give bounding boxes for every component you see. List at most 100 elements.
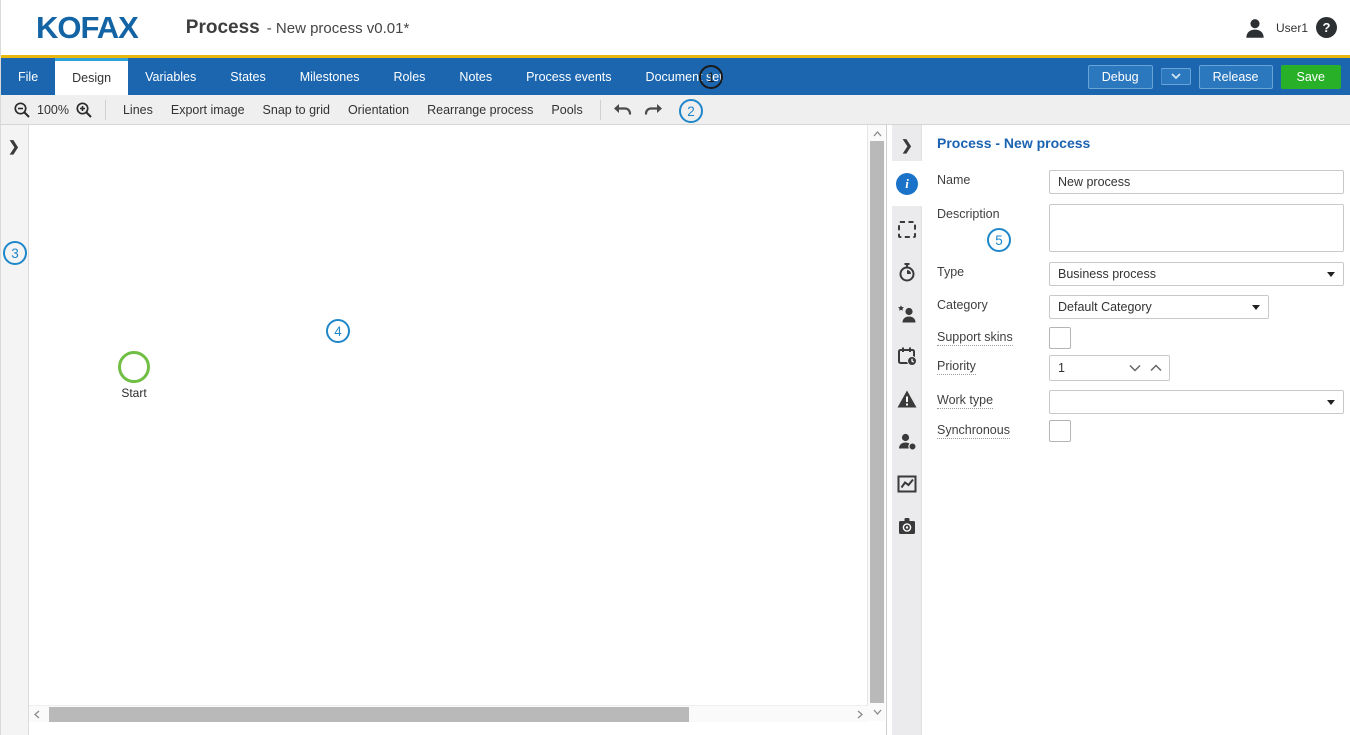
- close-and-unlock-dropdown-icon[interactable]: [1161, 68, 1191, 85]
- user-name[interactable]: User1: [1276, 21, 1308, 35]
- module-title: Process: [186, 17, 260, 39]
- type-select[interactable]: Business process: [1049, 262, 1344, 286]
- start-node-label: Start: [104, 386, 164, 400]
- export-image-menu-item[interactable]: Export image: [162, 103, 254, 117]
- tab-states[interactable]: States: [213, 58, 282, 95]
- save-button[interactable]: Save: [1281, 65, 1342, 89]
- annotation-4: 4: [326, 319, 350, 343]
- toolbar-separator: [105, 100, 106, 120]
- support-skins-label: Support skins: [937, 330, 1013, 344]
- user-avatar-icon[interactable]: [1242, 15, 1268, 41]
- snap-to-grid-menu-item[interactable]: Snap to grid: [254, 103, 339, 117]
- undo-icon[interactable]: [609, 97, 635, 123]
- scroll-left-icon[interactable]: [29, 706, 45, 723]
- process-properties-form: Process - New process Name Description T…: [923, 125, 1350, 735]
- annotation-2: 2: [679, 99, 703, 123]
- increment-icon[interactable]: [1150, 364, 1162, 372]
- timer-tab[interactable]: [892, 251, 922, 293]
- category-value: Default Category: [1058, 300, 1152, 314]
- annotation-1: 1: [699, 65, 723, 89]
- tab-roles[interactable]: Roles: [376, 58, 442, 95]
- design-toolbar: 100% Lines Export image Snap to grid Ori…: [1, 95, 1350, 125]
- user-status-icon: [896, 430, 918, 452]
- canvas-vertical-scrollbar[interactable]: [867, 125, 885, 721]
- vertical-scroll-thumb[interactable]: [870, 141, 884, 703]
- main-area: ❯ Start: [1, 125, 1350, 735]
- debug-button[interactable]: Debug: [1088, 65, 1153, 89]
- warning-tab[interactable]: [892, 378, 922, 420]
- support-skins-checkbox[interactable]: [1049, 327, 1071, 349]
- tab-file[interactable]: File: [1, 58, 55, 95]
- description-label: Description: [937, 207, 1000, 221]
- properties-panel: ❯ i: [888, 125, 1350, 735]
- add-user-tab[interactable]: [892, 293, 922, 335]
- tab-milestones[interactable]: Milestones: [283, 58, 377, 95]
- app-header: KOFAX Process - New process v0.01* User1…: [1, 0, 1350, 55]
- dropdown-caret-icon: [1252, 305, 1260, 310]
- zoom-level: 100%: [35, 103, 71, 117]
- capture-settings-icon: [896, 515, 918, 537]
- timer-icon: [896, 261, 918, 283]
- tab-process-events[interactable]: Process events: [509, 58, 628, 95]
- expand-left-panel-icon[interactable]: ❯: [8, 138, 20, 155]
- priority-label: Priority: [937, 359, 976, 373]
- name-input[interactable]: [1049, 170, 1344, 194]
- panel-title: Process - New process: [937, 135, 1090, 151]
- help-icon[interactable]: ?: [1316, 17, 1337, 38]
- chart-tab[interactable]: [892, 463, 922, 505]
- priority-value: 1: [1058, 361, 1065, 375]
- scroll-down-icon[interactable]: [868, 705, 886, 719]
- tab-variables[interactable]: Variables: [128, 58, 213, 95]
- canvas-horizontal-scrollbar[interactable]: [29, 705, 868, 722]
- capture-settings-tab[interactable]: [892, 505, 922, 547]
- horizontal-scroll-thumb[interactable]: [49, 707, 689, 722]
- work-type-label: Work type: [937, 393, 993, 407]
- scroll-up-icon[interactable]: [868, 127, 886, 141]
- zoom-in-icon[interactable]: [71, 97, 97, 123]
- kofax-logo: KOFAX: [36, 10, 138, 46]
- tab-document-set[interactable]: Document set: [629, 58, 740, 95]
- tab-design[interactable]: Design: [55, 58, 128, 95]
- annotation-5: 5: [987, 228, 1011, 252]
- category-label: Category: [937, 298, 988, 312]
- type-value: Business process: [1058, 267, 1156, 281]
- user-status-tab[interactable]: [892, 420, 922, 462]
- collapse-panel-icon[interactable]: ❯: [901, 137, 913, 154]
- process-design-canvas[interactable]: Start: [29, 125, 887, 735]
- start-node[interactable]: [118, 351, 150, 383]
- category-select[interactable]: Default Category: [1049, 295, 1269, 319]
- type-label: Type: [937, 265, 964, 279]
- decrement-icon[interactable]: [1129, 364, 1141, 372]
- work-type-select[interactable]: [1049, 390, 1344, 414]
- redo-icon[interactable]: [641, 97, 667, 123]
- add-user-icon: [896, 303, 918, 325]
- calendar-tab[interactable]: [892, 335, 922, 377]
- design-frame-icon: [896, 218, 918, 240]
- toolbar-separator: [600, 100, 601, 120]
- scroll-right-icon[interactable]: [852, 706, 868, 723]
- calendar-clock-icon: [896, 345, 918, 367]
- synchronous-checkbox[interactable]: [1049, 420, 1071, 442]
- zoom-out-icon[interactable]: [9, 97, 35, 123]
- left-panel-collapsed: ❯: [1, 125, 29, 735]
- tab-notes[interactable]: Notes: [442, 58, 509, 95]
- lines-menu-item[interactable]: Lines: [114, 103, 162, 117]
- dropdown-caret-icon: [1327, 400, 1335, 405]
- chart-icon: [896, 473, 918, 495]
- info-icon: i: [896, 173, 918, 195]
- release-button[interactable]: Release: [1199, 65, 1273, 89]
- annotation-3: 3: [3, 241, 27, 265]
- design-frame-tab[interactable]: [892, 208, 922, 250]
- application-window: KOFAX Process - New process v0.01* User1…: [0, 0, 1350, 735]
- dropdown-caret-icon: [1327, 272, 1335, 277]
- priority-spinner[interactable]: 1: [1049, 355, 1170, 381]
- info-tab[interactable]: i: [892, 161, 922, 206]
- description-textarea[interactable]: [1049, 204, 1344, 252]
- rearrange-process-menu-item[interactable]: Rearrange process: [418, 103, 542, 117]
- orientation-menu-item[interactable]: Orientation: [339, 103, 418, 117]
- synchronous-label: Synchronous: [937, 423, 1010, 437]
- panel-icon-strip: ❯ i: [892, 125, 922, 735]
- pools-menu-item[interactable]: Pools: [542, 103, 591, 117]
- name-label: Name: [937, 173, 970, 187]
- page-title: Process - New process v0.01*: [186, 17, 410, 39]
